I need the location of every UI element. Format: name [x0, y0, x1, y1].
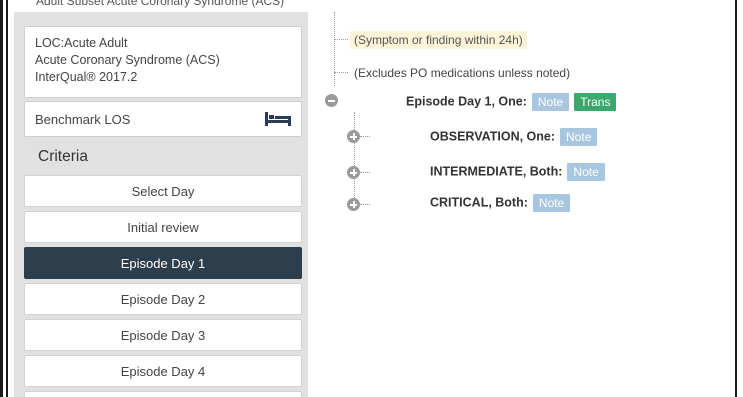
intermediate-label: INTERMEDIATE, Both: [430, 164, 563, 179]
loc-label: LOC:Acute Adult [35, 36, 128, 50]
intermediate-note-badge[interactable]: Note [567, 163, 605, 181]
window-border-left [0, 0, 3, 397]
subset-name: Acute Coronary Syndrome (ACS) [35, 53, 220, 67]
observation-note-badge[interactable]: Note [560, 128, 598, 146]
expand-plus-icon[interactable] [347, 166, 360, 179]
observation-label: OBSERVATION, One: [430, 129, 556, 144]
version-label: InterQual® 2017.2 [35, 70, 138, 84]
window-border-right [735, 0, 737, 397]
tree-connector [360, 204, 370, 205]
day-item-initial-review[interactable]: Initial review [24, 211, 302, 243]
bed-icon [265, 112, 291, 126]
breadcrumb: Adult Subset Acute Coronary Syndrome (AC… [8, 0, 735, 12]
tree-connector [334, 39, 348, 40]
breadcrumb-text: Adult Subset Acute Coronary Syndrome (AC… [36, 0, 285, 8]
critical-label: CRITICAL, Both: [430, 195, 528, 210]
episode-note-badge[interactable]: Note [531, 93, 570, 111]
sidebar: LOC:Acute Adult Acute Coronary Syndrome … [14, 12, 308, 397]
episode-day-node: Episode Day 1, One: Note Trans [406, 93, 617, 111]
tree-connector [334, 72, 348, 73]
day-item-episode-day-2[interactable]: Episode Day 2 [24, 283, 302, 315]
note-excludes-po: (Excludes PO medications unless noted) [354, 66, 571, 80]
tree-connector [334, 12, 335, 86]
benchmark-los-label: Benchmark LOS [35, 111, 131, 127]
day-item-episode-day-3[interactable]: Episode Day 3 [24, 319, 302, 351]
critical-note-badge[interactable]: Note [532, 194, 571, 212]
subset-info-card: LOC:Acute Adult Acute Coronary Syndrome … [24, 26, 302, 98]
episode-day-label: Episode Day 1, One: [406, 94, 527, 109]
day-item-episode-day-1[interactable]: Episode Day 1 [24, 247, 302, 279]
expand-plus-icon[interactable] [347, 130, 360, 143]
tree-connector [360, 136, 370, 137]
tree-connector [360, 172, 370, 173]
observation-node: OBSERVATION, One: Note [430, 128, 598, 146]
criteria-tree: (Symptom or finding within 24h) (Exclude… [310, 12, 735, 397]
tree-connector [354, 112, 355, 208]
expand-plus-icon[interactable] [347, 198, 360, 211]
collapse-minus-icon[interactable] [325, 94, 338, 107]
critical-node: CRITICAL, Both: Note [430, 194, 571, 212]
day-item-episode-day-4[interactable]: Episode Day 4 [24, 355, 302, 387]
select-day-button[interactable]: Select Day [24, 175, 302, 207]
window-border-inner [6, 0, 8, 397]
intermediate-node: INTERMEDIATE, Both: Note [430, 163, 605, 181]
day-item-partial[interactable] [24, 391, 302, 397]
episode-trans-badge[interactable]: Trans [574, 93, 617, 111]
note-symptom-finding: (Symptom or finding within 24h) [350, 31, 527, 49]
criteria-heading: Criteria [38, 148, 88, 165]
benchmark-los-card[interactable]: Benchmark LOS [24, 101, 302, 137]
